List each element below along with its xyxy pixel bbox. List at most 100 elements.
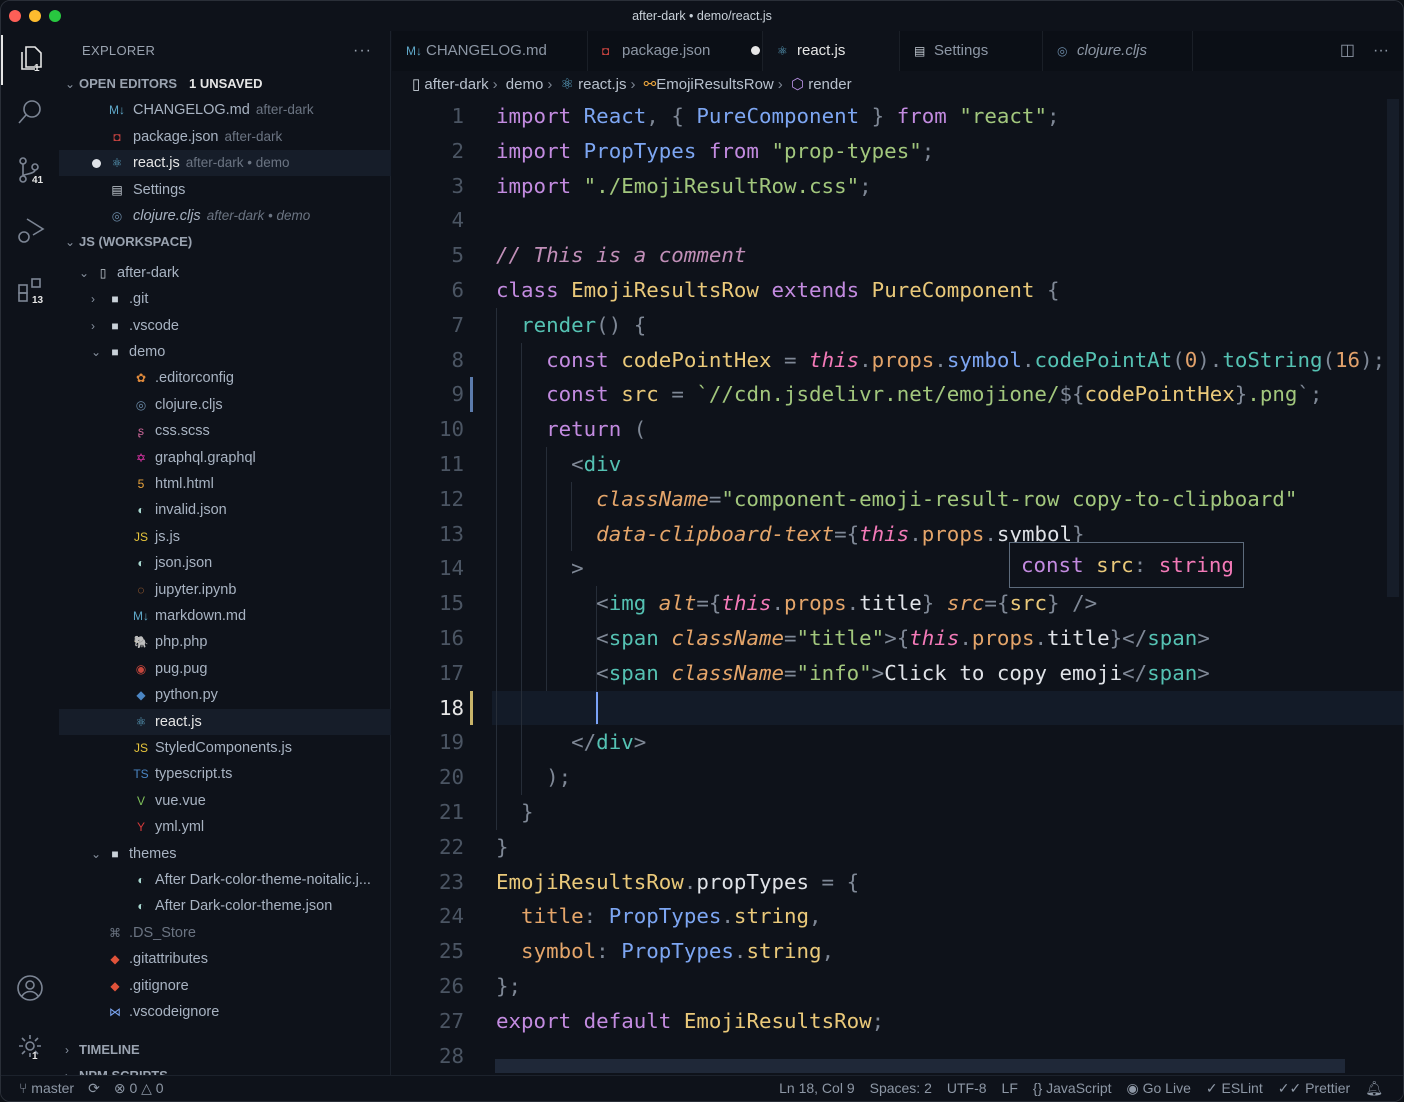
minimize-window-button[interactable]: [29, 10, 41, 22]
file-item[interactable]: ◆ .gitignore: [59, 973, 391, 999]
file-item[interactable]: JS StyledComponents.js: [59, 735, 391, 761]
file-item[interactable]: TS typescript.ts: [59, 761, 391, 787]
file-item[interactable]: ◎ clojure.cljs: [59, 392, 391, 418]
code-line: }: [496, 830, 509, 865]
code-token: "title": [796, 626, 885, 650]
explorer-activity[interactable]: 1: [1, 35, 59, 85]
file-item[interactable]: Vvue.vue: [59, 788, 391, 814]
section-header[interactable]: ⌄ JS (WORKSPACE): [59, 229, 391, 255]
folder-item[interactable]: › ■ .git: [59, 286, 391, 312]
more-actions-icon[interactable]: ···: [1373, 31, 1389, 71]
file-item[interactable]: ◐ invalid.json: [59, 497, 391, 523]
eslint-status[interactable]: ✓ ESLint: [1206, 1076, 1263, 1101]
git-icon: ◆: [110, 952, 120, 967]
close-window-button[interactable]: [9, 10, 21, 22]
maximize-window-button[interactable]: [49, 10, 61, 22]
problems-status[interactable]: ⊗ 0 △ 0: [114, 1076, 164, 1101]
timeline-section[interactable]: › TIMELINE: [59, 1037, 391, 1063]
code-token: =: [658, 382, 697, 407]
code-token: ;: [921, 138, 935, 163]
file-item[interactable]: JS js.js: [59, 524, 391, 550]
sync-icon[interactable]: ⟳: [88, 1076, 100, 1101]
file-item[interactable]: ʂ css.scss: [59, 418, 391, 444]
code-token: this: [721, 591, 772, 616]
folder-item[interactable]: ⌄ ▯ after-dark: [59, 260, 391, 286]
notifications-bell-icon[interactable]: 🔔︎: [1365, 1076, 1383, 1101]
clojure-icon: ◎: [1057, 44, 1068, 58]
file-item[interactable]: ◉ pug.pug: [59, 656, 391, 682]
search-activity[interactable]: [1, 89, 59, 139]
section-title: TIMELINE: [79, 1042, 140, 1057]
tab-react-js[interactable]: ⚛ react.js: [751, 31, 900, 71]
tab-settings[interactable]: ▤ Settings: [900, 31, 1043, 71]
file-item[interactable]: ◐ After Dark-color-theme-noitalic.j...: [59, 867, 391, 893]
error-icon: ⊗: [113, 1080, 130, 1096]
folder-item[interactable]: ⌄ ■ demo: [59, 339, 391, 365]
file-item[interactable]: ◌ jupyter.ipynb: [59, 577, 391, 603]
section-header[interactable]: ⌄ OPEN EDITORS 1 UNSAVED: [59, 71, 391, 97]
folder-open-icon: ■: [111, 345, 119, 359]
file-item[interactable]: ✿ .editorconfig: [59, 365, 391, 391]
branch-status[interactable]: ⑂ master: [19, 1076, 74, 1101]
breadcrumb-item[interactable]: demo: [506, 76, 544, 93]
extensions-activity[interactable]: 13: [1, 267, 59, 317]
file-item[interactable]: Yyml.yml: [59, 814, 391, 840]
open-editor-item[interactable]: ◘ package.json after-dark: [59, 124, 391, 150]
file-item[interactable]: M↓ markdown.md: [59, 603, 391, 629]
file-item[interactable]: 🐘 php.php: [59, 629, 391, 655]
breadcrumb-item[interactable]: EmojiResultsRow: [656, 76, 774, 93]
file-name: After Dark-color-theme.json: [155, 898, 333, 915]
source-control-activity[interactable]: 41: [1, 147, 59, 197]
folder-item[interactable]: ⌄ ■ themes: [59, 841, 391, 867]
indentation[interactable]: Spaces: 2: [870, 1076, 932, 1101]
tab-package-json[interactable]: ◘ package.json: [588, 31, 763, 71]
open-editor-item[interactable]: ◎ clojure.cljs after-dark • demo: [59, 203, 391, 229]
go-live-button[interactable]: ◉ Go Live: [1127, 1076, 1191, 1101]
file-name: .gitattributes: [129, 951, 208, 968]
file-item[interactable]: ⌘ .DS_Store: [59, 920, 391, 946]
language-mode[interactable]: {} JavaScript: [1033, 1076, 1112, 1101]
file-item[interactable]: ◆ python.py: [59, 682, 391, 708]
file-item[interactable]: ⚛ react.js: [59, 708, 391, 735]
horizontal-scrollbar[interactable]: [495, 1059, 1345, 1073]
vertical-scrollbar[interactable]: [1387, 99, 1399, 597]
method-icon: ⬡: [790, 76, 809, 93]
code-token: from: [896, 104, 947, 128]
more-actions-icon[interactable]: ···: [353, 31, 372, 71]
tab-clojure-cljs[interactable]: ◎ clojure.cljs: [1043, 31, 1193, 71]
file-item[interactable]: ◐ After Dark-color-theme.json: [59, 893, 391, 919]
code-line: const codePointHex = this.props.symbol.c…: [496, 343, 1385, 378]
pug-icon: ◉: [135, 661, 147, 676]
breadcrumb-item[interactable]: after-dark: [424, 76, 488, 93]
file-item[interactable]: ✡ graphql.graphql: [59, 445, 391, 471]
file-item[interactable]: ◐ json.json: [59, 550, 391, 576]
file-item[interactable]: 5 html.html: [59, 471, 391, 497]
manage-activity[interactable]: 1: [1, 1023, 59, 1073]
breadcrumb-item[interactable]: react.js: [578, 76, 626, 93]
prettier-status[interactable]: ✓✓ Prettier: [1278, 1076, 1350, 1101]
run-debug-activity[interactable]: [1, 207, 59, 257]
split-editor-icon[interactable]: ◫: [1340, 31, 1355, 71]
file-item[interactable]: ⋈ .vscodeignore: [59, 999, 391, 1025]
encoding[interactable]: UTF-8: [947, 1076, 987, 1101]
folder-item[interactable]: › ■ .vscode: [59, 313, 391, 339]
code-editor[interactable]: 1 import React, { PureComponent } from "r…: [392, 99, 1403, 1075]
file-item[interactable]: ◆ .gitattributes: [59, 946, 391, 972]
code-token: </: [571, 730, 597, 755]
code-token: .: [934, 347, 947, 372]
open-editor-item[interactable]: ▤ Settings: [59, 177, 391, 203]
open-editor-item[interactable]: M↓ CHANGELOG.md after-dark: [59, 97, 391, 123]
code-line: return (: [496, 412, 646, 447]
end-of-line[interactable]: LF: [1002, 1076, 1018, 1101]
cursor-position[interactable]: Ln 18, Col 9: [779, 1076, 855, 1101]
repo-icon: ▯: [412, 76, 425, 93]
code-token: }: [521, 800, 534, 824]
code-token: src: [946, 591, 985, 616]
open-editor-item[interactable]: ⚛ react.js after-dark • demo: [59, 150, 391, 177]
account-activity[interactable]: [1, 965, 59, 1015]
breadcrumb-item[interactable]: render: [808, 76, 851, 93]
file-name: js.js: [155, 528, 180, 545]
tab-changelog-md[interactable]: M↓ CHANGELOG.md: [392, 31, 588, 71]
